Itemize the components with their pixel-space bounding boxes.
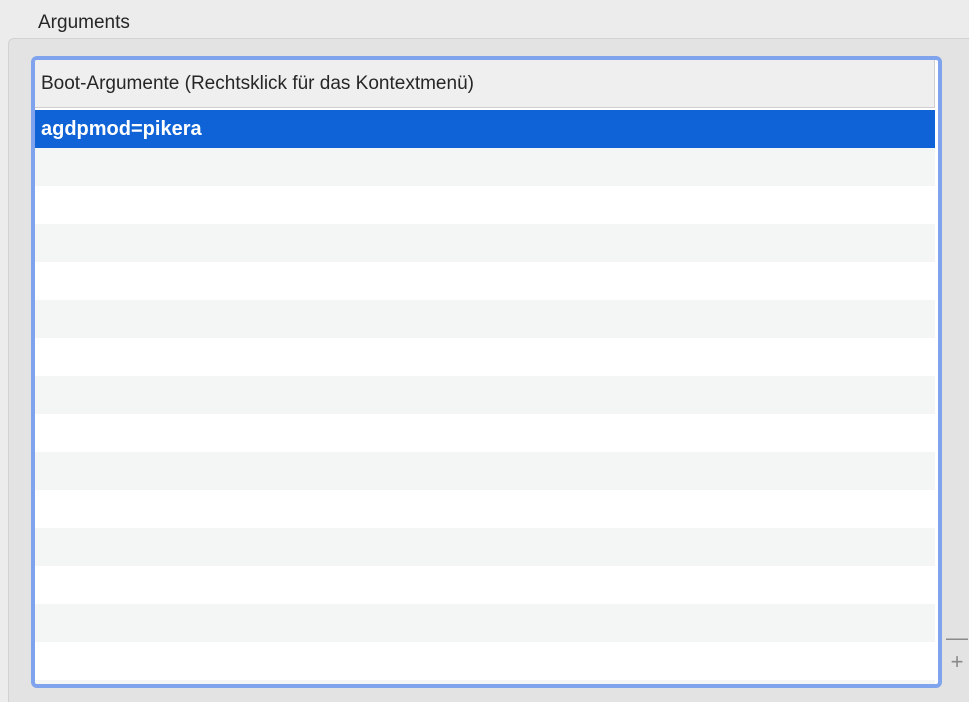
table-row[interactable] (35, 224, 935, 262)
table-row[interactable] (35, 642, 935, 680)
section-label: Arguments (38, 12, 130, 33)
table-row[interactable] (35, 490, 935, 528)
table-row[interactable] (35, 300, 935, 338)
table-row[interactable] (35, 566, 935, 604)
table-row[interactable] (35, 604, 935, 642)
table-row[interactable]: agdpmod=pikera (35, 110, 935, 148)
boot-arguments-table[interactable]: Boot-Argumente (Rechtsklick für das Kont… (31, 56, 942, 688)
table-row[interactable] (35, 680, 935, 684)
remove-row-button[interactable]: — (946, 627, 968, 649)
table-row[interactable] (35, 338, 935, 376)
add-row-button[interactable]: + (947, 651, 967, 673)
column-header[interactable]: Boot-Argumente (Rechtsklick für das Kont… (35, 60, 935, 108)
table-body[interactable]: agdpmod=pikera (35, 110, 935, 684)
boot-arguments-panel: Arguments Boot-Argumente (Rechtsklick fü… (0, 0, 969, 702)
table-row[interactable] (35, 452, 935, 490)
table-row[interactable] (35, 186, 935, 224)
table-row[interactable] (35, 528, 935, 566)
table-row[interactable] (35, 148, 935, 186)
table-row[interactable] (35, 376, 935, 414)
table-row[interactable] (35, 414, 935, 452)
table-row[interactable] (35, 262, 935, 300)
